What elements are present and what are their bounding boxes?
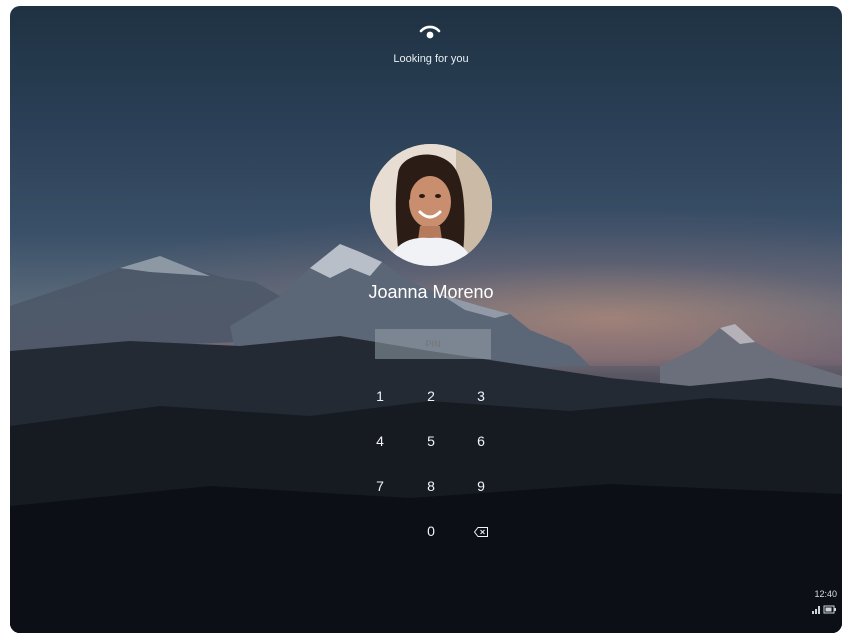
lock-screen: Looking for you Joanna Moreno 1 2 3 4 5 … [10, 6, 842, 633]
pin-input[interactable] [375, 329, 491, 359]
keypad-backspace[interactable] [461, 516, 501, 546]
keypad-key-0[interactable]: 0 [411, 516, 451, 546]
face-recognition-icon [419, 25, 441, 39]
user-photo [370, 144, 492, 266]
clock: 12:40 [814, 589, 837, 599]
avatar [370, 144, 492, 266]
status-text: Looking for you [393, 53, 469, 65]
sign-in-panel: Looking for you Joanna Moreno 1 2 3 4 5 … [10, 6, 842, 633]
battery-icon [823, 605, 836, 614]
keypad-key-6[interactable]: 6 [461, 426, 501, 456]
system-tray-icons [812, 605, 836, 614]
keypad-key-4[interactable]: 4 [360, 426, 400, 456]
keypad-key-3[interactable]: 3 [461, 381, 501, 411]
user-name: Joanna Moreno [368, 282, 494, 302]
keypad-key-2[interactable]: 2 [411, 381, 451, 411]
keypad-key-7[interactable]: 7 [360, 471, 400, 501]
backspace-icon [473, 527, 488, 538]
keypad-key-8[interactable]: 8 [411, 471, 451, 501]
keypad-key-9[interactable]: 9 [461, 471, 501, 501]
signal-icon [812, 606, 820, 614]
keypad-key-1[interactable]: 1 [360, 381, 400, 411]
keypad-key-5[interactable]: 5 [411, 426, 451, 456]
